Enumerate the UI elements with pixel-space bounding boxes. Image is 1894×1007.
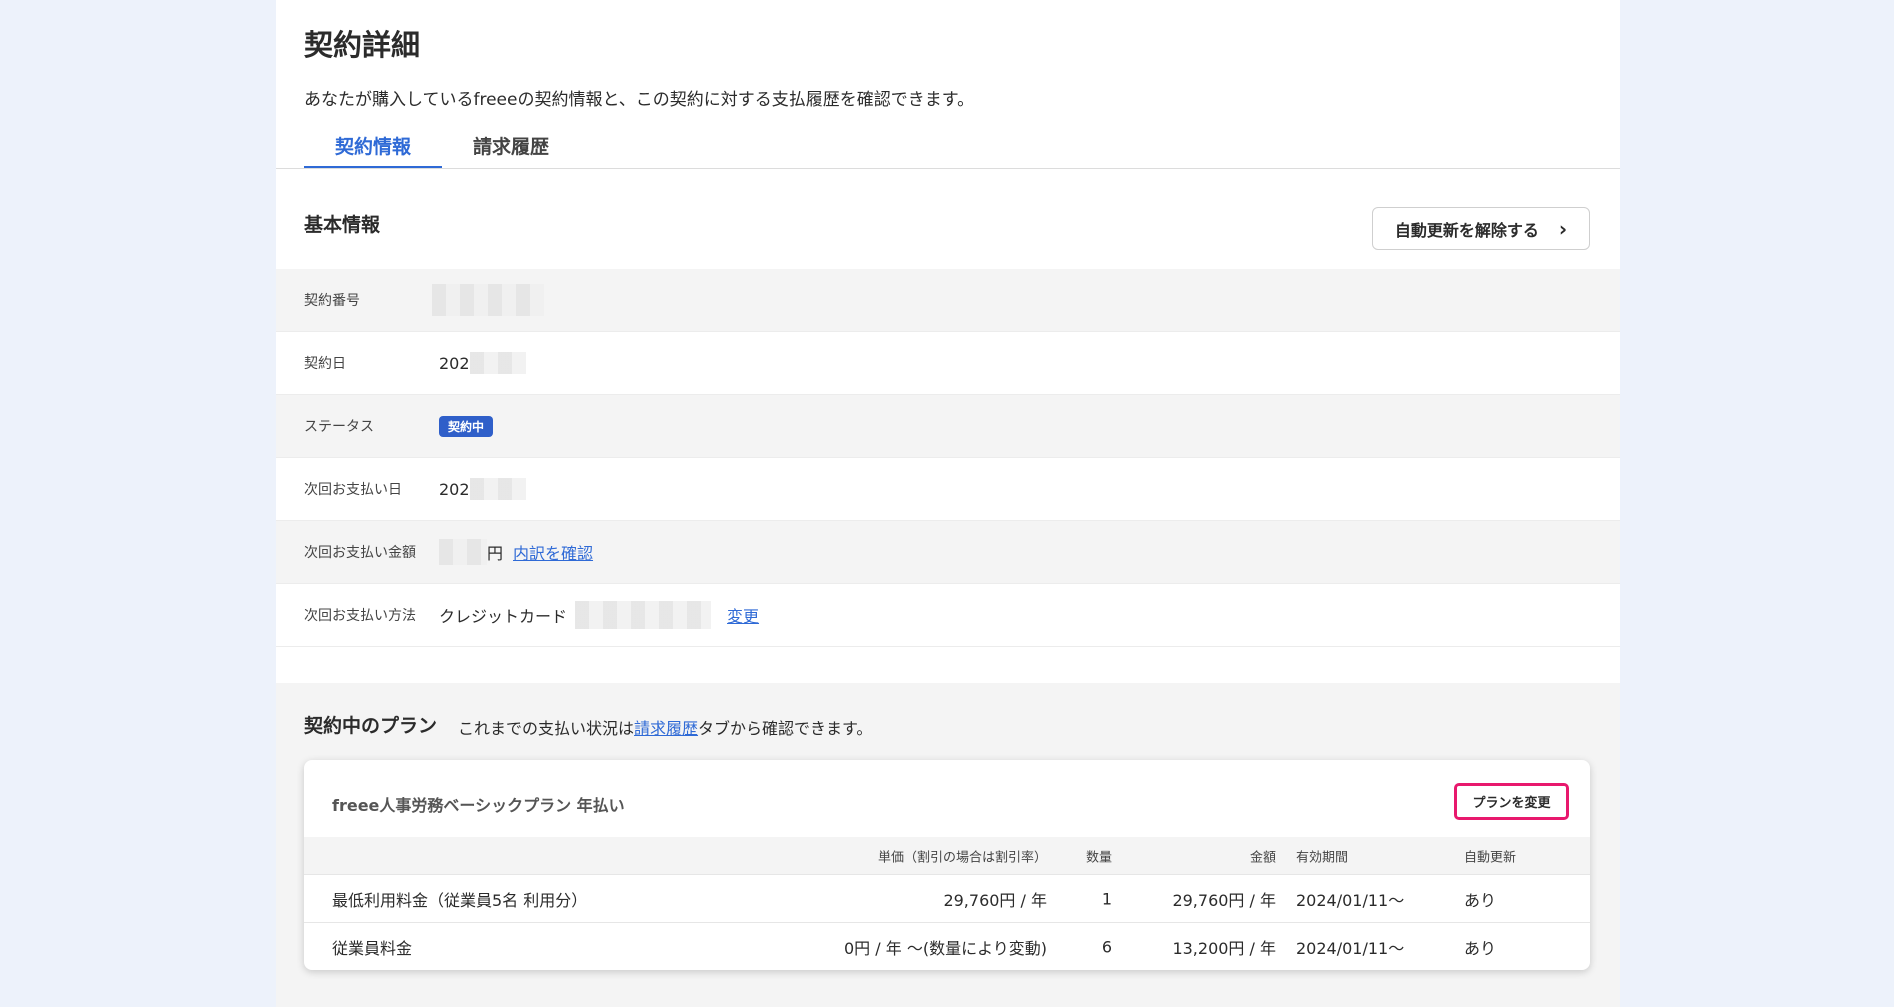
item-quantity: 6 xyxy=(1101,937,1112,957)
tab-divider xyxy=(276,168,1620,169)
view-breakdown-link[interactable]: 内訳を確認 xyxy=(513,540,593,564)
change-payment-link[interactable]: 変更 xyxy=(727,603,759,627)
item-quantity: 1 xyxy=(1101,889,1112,909)
basic-info-table: 契約番号 契約日 202 ステータス 契約中 次回お支払い日 202 次回お支払… xyxy=(276,269,1620,647)
col-unit-price: 単価（割引の場合は割引率） xyxy=(877,850,1047,865)
item-name: 従業員料金 xyxy=(332,939,413,958)
item-period: 2024/01/11〜 xyxy=(1296,939,1405,958)
contract-date-text: 202 xyxy=(439,353,470,373)
page-title: 契約詳細 xyxy=(304,28,421,62)
row-next-payment-amount: 次回お支払い金額 円 内訳を確認 xyxy=(276,521,1620,584)
plan-title: freee人事労務ベーシックプラン 年払い xyxy=(332,796,625,815)
plan-note-suffix: タブから確認できます。 xyxy=(698,719,873,738)
plan-heading: 契約中のプラン xyxy=(304,715,438,737)
status-badge: 契約中 xyxy=(439,415,494,437)
chevron-right-icon: › xyxy=(1558,216,1568,241)
contract-date-value: 202 xyxy=(439,352,526,374)
row-contract-date: 契約日 202 xyxy=(276,332,1620,395)
plan-card: freee人事労務ベーシックプラン 年払い プランを変更 単価（割引の場合は割引… xyxy=(304,760,1590,970)
plan-note-prefix: これまでの支払い状況は xyxy=(458,719,635,738)
status-value: 契約中 xyxy=(439,415,494,437)
item-name: 最低利用料金（従業員5名 利用分） xyxy=(332,891,588,910)
contract-number-label: 契約番号 xyxy=(304,293,360,309)
tab-bar: 契約情報 請求履歴 xyxy=(304,127,1620,169)
payment-method-label: 次回お支払い方法 xyxy=(304,608,416,624)
plan-note: これまでの支払い状況は請求履歴タブから確認できます。 xyxy=(458,715,872,739)
next-payment-date-label: 次回お支払い日 xyxy=(304,482,402,498)
redacted-contract-date xyxy=(469,352,526,374)
item-auto-renew: あり xyxy=(1464,891,1497,910)
col-period: 有効期間 xyxy=(1296,850,1349,865)
table-row: 従業員料金 0円 / 年 〜(数量により変動) 6 13,200円 / 年 20… xyxy=(304,922,1590,970)
row-payment-method: 次回お支払い方法 クレジットカード 変更 xyxy=(276,584,1620,647)
change-plan-button[interactable]: プランを変更 xyxy=(1454,783,1569,820)
item-unit-price: 29,760円 / 年 xyxy=(943,891,1047,910)
item-unit-price: 0円 / 年 〜(数量により変動) xyxy=(844,939,1047,958)
contract-date-label: 契約日 xyxy=(304,356,346,372)
item-period: 2024/01/11〜 xyxy=(1296,891,1405,910)
redacted-card-number xyxy=(575,601,712,629)
basic-info-heading: 基本情報 xyxy=(304,214,381,236)
next-payment-amount-label: 次回お支払い金額 xyxy=(304,545,416,561)
table-row: 最低利用料金（従業員5名 利用分） 29,760円 / 年 1 29,760円 … xyxy=(304,874,1590,923)
item-auto-renew: あり xyxy=(1464,939,1497,958)
cancel-auto-renew-label: 自動更新を解除する xyxy=(1394,220,1539,240)
item-amount: 29,760円 / 年 xyxy=(1172,891,1276,910)
redacted-contract-number xyxy=(432,284,544,316)
col-quantity: 数量 xyxy=(1085,850,1112,865)
payment-method-value: クレジットカード 変更 xyxy=(439,601,759,629)
item-amount: 13,200円 / 年 xyxy=(1172,939,1276,958)
next-payment-date-value: 202 xyxy=(439,478,526,500)
next-payment-date-text: 202 xyxy=(439,479,470,499)
status-label: ステータス xyxy=(304,419,374,435)
billing-history-link[interactable]: 請求履歴 xyxy=(634,719,698,738)
next-payment-amount-value: 円 内訳を確認 xyxy=(439,539,593,565)
main-panel: 契約詳細 あなたが購入しているfreeeの契約情報と、この契約に対する支払履歴を… xyxy=(276,0,1620,1007)
payment-method-text: クレジットカード xyxy=(439,607,568,626)
row-contract-number: 契約番号 xyxy=(276,269,1620,332)
tab-contract-info[interactable]: 契約情報 xyxy=(304,127,442,169)
plan-section: 契約中のプラン これまでの支払い状況は請求履歴タブから確認できます。 freee… xyxy=(276,683,1620,1007)
currency-suffix: 円 xyxy=(487,544,504,563)
redacted-next-payment-date xyxy=(469,478,526,500)
redacted-payment-amount xyxy=(439,539,487,565)
contract-number-value xyxy=(432,284,544,316)
row-next-payment-date: 次回お支払い日 202 xyxy=(276,458,1620,521)
col-auto-renew: 自動更新 xyxy=(1464,850,1517,865)
tab-billing-history[interactable]: 請求履歴 xyxy=(442,127,580,169)
col-amount: 金額 xyxy=(1249,850,1276,865)
page-description: あなたが購入しているfreeeの契約情報と、この契約に対する支払履歴を確認できま… xyxy=(304,90,975,110)
cancel-auto-renew-button[interactable]: 自動更新を解除する › xyxy=(1372,207,1590,250)
row-status: ステータス 契約中 xyxy=(276,395,1620,458)
plan-table-header: 単価（割引の場合は割引率） 数量 金額 有効期間 自動更新 xyxy=(304,837,1590,874)
